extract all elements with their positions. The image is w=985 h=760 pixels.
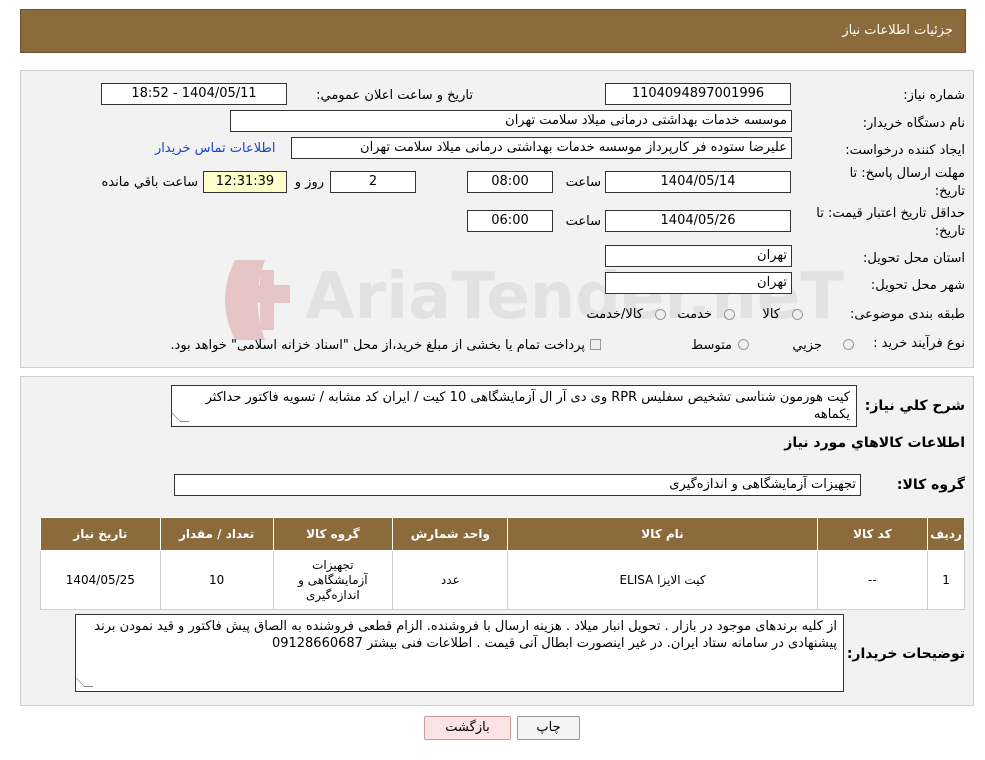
process-option-medium: متوسط <box>691 338 732 353</box>
col-date: تاريخ نياز <box>40 517 161 551</box>
page-title: جزئیات اطلاعات نیاز <box>842 23 953 38</box>
table-row: 1 -- کیت الایزا ELISA عدد تجهیزات آزمایش… <box>40 550 965 610</box>
price-valid-time-field: 06:00 <box>467 210 553 232</box>
deadline-time-label: ساعت <box>565 175 601 190</box>
process-radio-minor[interactable] <box>843 339 854 350</box>
process-note-checkbox[interactable] <box>590 339 601 350</box>
page-header: جزئیات اطلاعات نیاز <box>20 9 966 53</box>
creator-field: علیرضا ستوده فر کارپرداز موسسه خدمات بهد… <box>291 137 792 159</box>
creator-label: ایجاد کننده درخواست: <box>845 143 965 158</box>
category-label: طبقه بندی موضوعی: <box>849 307 965 322</box>
buyer-notes-field: از کلیه برندهای موجود در بازار . تحویل ا… <box>75 614 844 692</box>
need-number-field: 1104094897001996 <box>605 83 791 105</box>
cell-name: کیت الایزا ELISA <box>507 550 818 610</box>
buyer-org-field: موسسه خدمات بهداشتی درمانی میلاد سلامت ت… <box>230 110 792 132</box>
category-option-service: خدمت <box>677 307 712 322</box>
items-table-header: رديف کد کالا نام کالا واحد شمارش گروه کا… <box>40 517 965 551</box>
announce-label: تاریخ و ساعت اعلان عمومي: <box>316 88 473 103</box>
col-qty: تعداد / مقدار <box>159 517 274 551</box>
cell-date: 1404/05/25 <box>40 550 161 610</box>
description-label: شرح کلي نياز: <box>864 398 965 414</box>
city-field: تهران <box>605 272 792 294</box>
col-name: نام کالا <box>507 517 818 551</box>
need-number-label: شماره نیاز: <box>903 88 965 103</box>
category-radio-goods[interactable] <box>792 309 803 320</box>
days-label: روز و <box>294 175 324 190</box>
process-note: پرداخت تمام یا بخشی از مبلغ خرید،از محل … <box>170 338 585 353</box>
back-button[interactable]: بازگشت <box>424 716 511 740</box>
cell-group: تجهیزات آزمایشگاهی و اندازه‌گیری <box>272 550 394 610</box>
deadline-date-field: 1404/05/14 <box>605 171 791 193</box>
deadline-label-date: تاریخ: <box>934 184 965 199</box>
col-row: رديف <box>927 517 965 551</box>
deadline-label: مهلت ارسال پاسخ: تا <box>849 166 965 181</box>
description-resize-handle[interactable] <box>171 413 190 422</box>
price-valid-label: حداقل تاریخ اعتبار قیمت: تا <box>816 206 965 221</box>
process-option-minor: جزيي <box>792 338 822 353</box>
cell-qty: 10 <box>159 550 274 610</box>
items-table: رديف کد کالا نام کالا واحد شمارش گروه کا… <box>40 517 965 610</box>
cell-unit: عدد <box>392 550 509 610</box>
goods-group-field: تجهیزات آزمایشگاهی و اندازه‌گیری <box>174 474 861 496</box>
remaining-label: ساعت باقي مانده <box>101 175 198 190</box>
col-unit: واحد شمارش <box>392 517 509 551</box>
announce-field: 1404/05/11 - 18:52 <box>101 83 287 105</box>
goods-group-label: گروه کالا: <box>896 477 965 493</box>
category-option-goods-service: کالا/خدمت <box>586 307 643 322</box>
category-option-goods: کالا <box>762 307 780 322</box>
buyer-notes-text: از کلیه برندهای موجود در بازار . تحویل ا… <box>94 619 837 651</box>
col-group: گروه کالا <box>272 517 394 551</box>
price-valid-label-date: تاریخ: <box>934 224 965 239</box>
price-valid-time-label: ساعت <box>565 214 601 229</box>
cell-row: 1 <box>927 550 965 610</box>
buyer-contact-link[interactable]: اطلاعات تماس خریدار <box>155 141 275 156</box>
description-field: کیت هورمون شناسی تشخیص سفلیس RPR وی دی آ… <box>171 385 857 427</box>
process-label: نوع فرآیند خرید : <box>873 336 965 351</box>
process-radio-medium[interactable] <box>738 339 749 350</box>
price-valid-date-field: 1404/05/26 <box>605 210 791 232</box>
buyer-notes-resize-handle[interactable] <box>75 678 94 687</box>
category-radio-service[interactable] <box>724 309 735 320</box>
buyer-org-label: نام دستگاه خریدار: <box>862 116 965 131</box>
city-label: شهر محل تحویل: <box>870 278 965 293</box>
items-heading: اطلاعات کالاهاي مورد نياز <box>784 435 965 451</box>
days-field: 2 <box>330 171 416 193</box>
deadline-time-field: 08:00 <box>467 171 553 193</box>
cell-code: -- <box>816 550 929 610</box>
province-field: تهران <box>605 245 792 267</box>
category-radio-goods-service[interactable] <box>655 309 666 320</box>
col-code: کد کالا <box>816 517 929 551</box>
buyer-notes-label: توضیحات خریدار: <box>846 646 965 662</box>
remaining-time-field: 12:31:39 <box>203 171 287 193</box>
province-label: استان محل تحویل: <box>863 251 965 266</box>
description-text: کیت هورمون شناسی تشخیص سفلیس RPR وی دی آ… <box>205 390 850 422</box>
print-button[interactable]: چاپ <box>517 716 580 740</box>
